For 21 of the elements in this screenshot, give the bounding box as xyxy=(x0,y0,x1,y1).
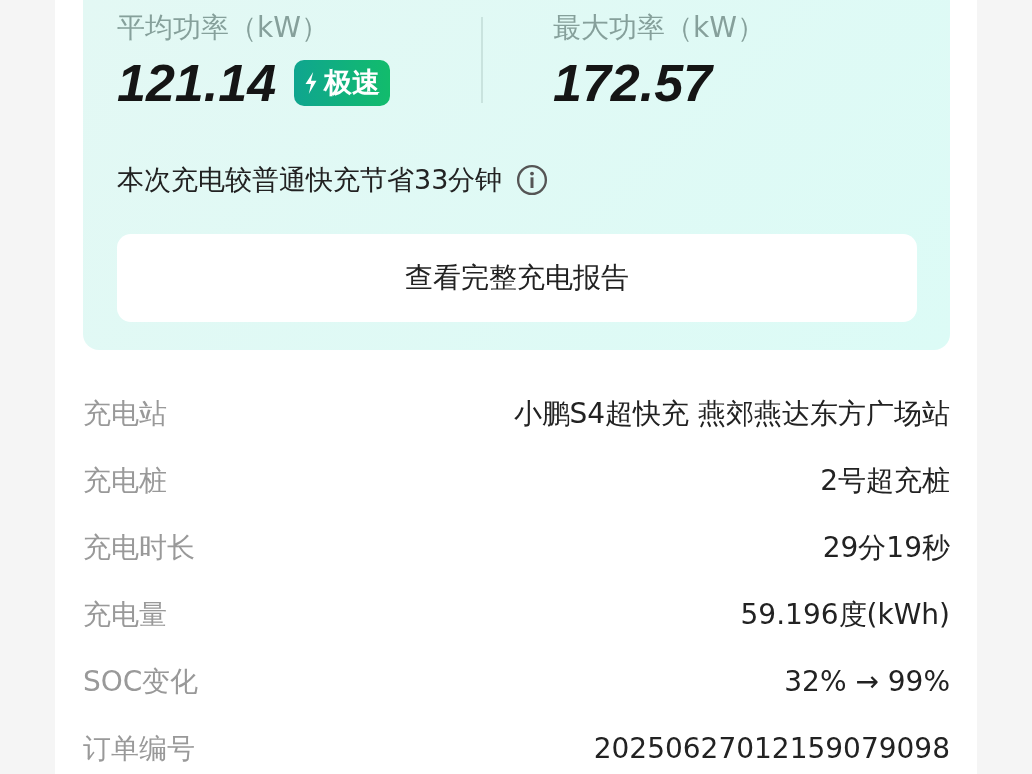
detail-value: 29分19秒 xyxy=(822,529,950,566)
detail-value: 小鹏S4超快充 燕郊燕达东方广场站 xyxy=(513,395,950,432)
detail-label: SOC变化 xyxy=(83,663,199,700)
detail-label: 充电量 xyxy=(83,596,167,633)
savings-text: 本次充电较普通快充节省33分钟 xyxy=(117,163,503,197)
stat-value: 172.57 xyxy=(553,53,713,114)
detail-label: 充电站 xyxy=(83,395,167,432)
detail-value: 32% → 99% xyxy=(784,665,950,698)
detail-label: 充电时长 xyxy=(83,529,195,566)
lightning-icon xyxy=(304,72,319,94)
detail-value: 59.196度(kWh) xyxy=(740,596,950,633)
detail-label: 充电桩 xyxy=(83,462,167,499)
badge-label: 极速 xyxy=(324,65,381,101)
report-button[interactable]: 查看完整充电报告 xyxy=(117,234,917,322)
detail-value: 2号超充桩 xyxy=(820,462,950,499)
info-icon[interactable] xyxy=(516,164,549,196)
detail-value: 20250627012159079098 xyxy=(593,732,950,765)
stat-label: 平均功率（kW） xyxy=(117,10,330,46)
stat-label: 最大功率（kW） xyxy=(553,10,766,46)
detail-label: 订单编号 xyxy=(83,730,195,767)
stat-value: 121.14 xyxy=(117,53,277,114)
